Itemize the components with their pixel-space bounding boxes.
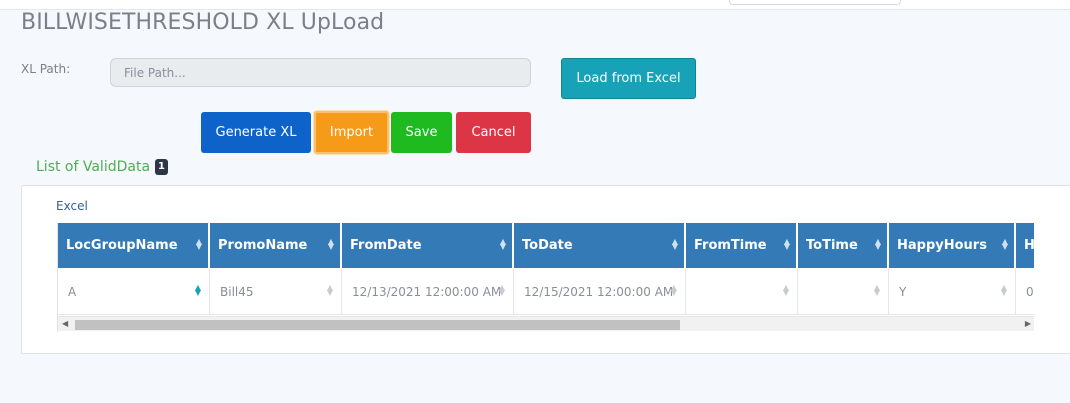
sort-icon[interactable]: ▲ ▼ bbox=[196, 238, 202, 251]
column-header-label: ToTime bbox=[806, 238, 858, 253]
sort-icon[interactable]: ▲ ▼ bbox=[875, 238, 881, 251]
column-header-h[interactable]: H bbox=[1016, 223, 1034, 268]
table-cell[interactable]: 12/13/2021 12:00:00 AM ▲ ▼ bbox=[342, 269, 514, 315]
scroll-right-arrow-icon[interactable]: ▶ bbox=[1025, 319, 1031, 328]
cell-value: 0 bbox=[1026, 284, 1034, 299]
column-header-label: PromoName bbox=[218, 238, 308, 253]
top-bar bbox=[0, 0, 1070, 10]
cancel-button[interactable]: Cancel bbox=[456, 112, 531, 153]
column-header-locgroupname[interactable]: LocGroupName ▲ ▼ bbox=[58, 223, 209, 268]
sort-icon[interactable]: ▲ ▼ bbox=[784, 238, 790, 251]
column-header-label: H bbox=[1024, 238, 1034, 253]
scrollbar-thumb[interactable] bbox=[75, 320, 680, 330]
sort-icon[interactable]: ▲ ▼ bbox=[500, 238, 506, 251]
generate-xl-button[interactable]: Generate XL bbox=[201, 112, 311, 153]
column-header-promoname[interactable]: PromoName ▲ ▼ bbox=[210, 223, 341, 268]
sort-icon[interactable]: ▲ ▼ bbox=[672, 238, 678, 251]
column-header-totime[interactable]: ToTime ▲ ▼ bbox=[798, 223, 888, 268]
column-header-label: LocGroupName bbox=[66, 238, 178, 253]
column-header-fromdate[interactable]: FromDate ▲ ▼ bbox=[342, 223, 513, 268]
table-cell[interactable]: Bill45 ▲ ▼ bbox=[210, 269, 342, 315]
scroll-left-arrow-icon[interactable]: ◀ bbox=[62, 319, 68, 328]
data-grid: LocGroupName ▲ ▼ PromoName ▲ ▼ FromDate ▲ ▼… bbox=[57, 223, 1034, 332]
table-cell[interactable]: A ▲ ▼ bbox=[58, 269, 210, 315]
sort-icon: ▲ ▼ bbox=[873, 283, 880, 297]
xl-path-label: XL Path: bbox=[21, 62, 71, 76]
table-cell[interactable]: ▲ ▼ bbox=[686, 269, 798, 315]
sort-icon: ▲ ▼ bbox=[194, 283, 201, 297]
page-title: BILLWISETHRESHOLD XL UpLoad bbox=[21, 10, 385, 35]
cell-value: Y bbox=[899, 284, 907, 299]
sort-icon: ▲ ▼ bbox=[1000, 283, 1007, 297]
sort-icon: ▲ ▼ bbox=[326, 283, 333, 297]
valid-data-count-badge: 1 bbox=[155, 159, 169, 175]
sort-icon[interactable]: ▲ ▼ bbox=[1002, 238, 1008, 251]
table-cell[interactable]: Y ▲ ▼ bbox=[889, 269, 1016, 315]
table-cell[interactable]: 0 bbox=[1016, 269, 1034, 315]
sort-icon: ▲ ▼ bbox=[498, 283, 505, 297]
table-cell[interactable]: ▲ ▼ bbox=[798, 269, 889, 315]
valid-data-heading: List of ValidData 1 bbox=[36, 159, 169, 175]
horizontal-scrollbar[interactable]: ◀ ▶ bbox=[58, 316, 1034, 331]
column-header-label: ToDate bbox=[522, 238, 573, 253]
cell-value: 12/15/2021 12:00:00 AM bbox=[524, 284, 674, 299]
save-button[interactable]: Save bbox=[391, 112, 452, 153]
sort-icon: ▲ ▼ bbox=[670, 283, 677, 297]
top-search-box[interactable] bbox=[729, 0, 901, 5]
tab-excel[interactable]: Excel bbox=[56, 199, 88, 213]
valid-data-title: List of ValidData bbox=[36, 159, 151, 175]
load-from-excel-button[interactable]: Load from Excel bbox=[561, 58, 696, 99]
column-header-happyhours[interactable]: HappyHours ▲ ▼ bbox=[889, 223, 1015, 268]
column-header-label: FromDate bbox=[350, 238, 422, 253]
sort-icon: ▲ ▼ bbox=[782, 283, 789, 297]
import-button[interactable]: Import bbox=[314, 111, 389, 154]
cell-value: 12/13/2021 12:00:00 AM bbox=[352, 284, 502, 299]
cell-value: Bill45 bbox=[220, 284, 254, 299]
file-path-input[interactable] bbox=[110, 58, 531, 87]
cell-value: A bbox=[68, 284, 77, 299]
column-header-fromtime[interactable]: FromTime ▲ ▼ bbox=[686, 223, 797, 268]
column-header-todate[interactable]: ToDate ▲ ▼ bbox=[514, 223, 685, 268]
column-header-label: HappyHours bbox=[897, 238, 987, 253]
column-header-label: FromTime bbox=[694, 238, 767, 253]
table-cell[interactable]: 12/15/2021 12:00:00 AM ▲ ▼ bbox=[514, 269, 686, 315]
sort-icon[interactable]: ▲ ▼ bbox=[328, 238, 334, 251]
